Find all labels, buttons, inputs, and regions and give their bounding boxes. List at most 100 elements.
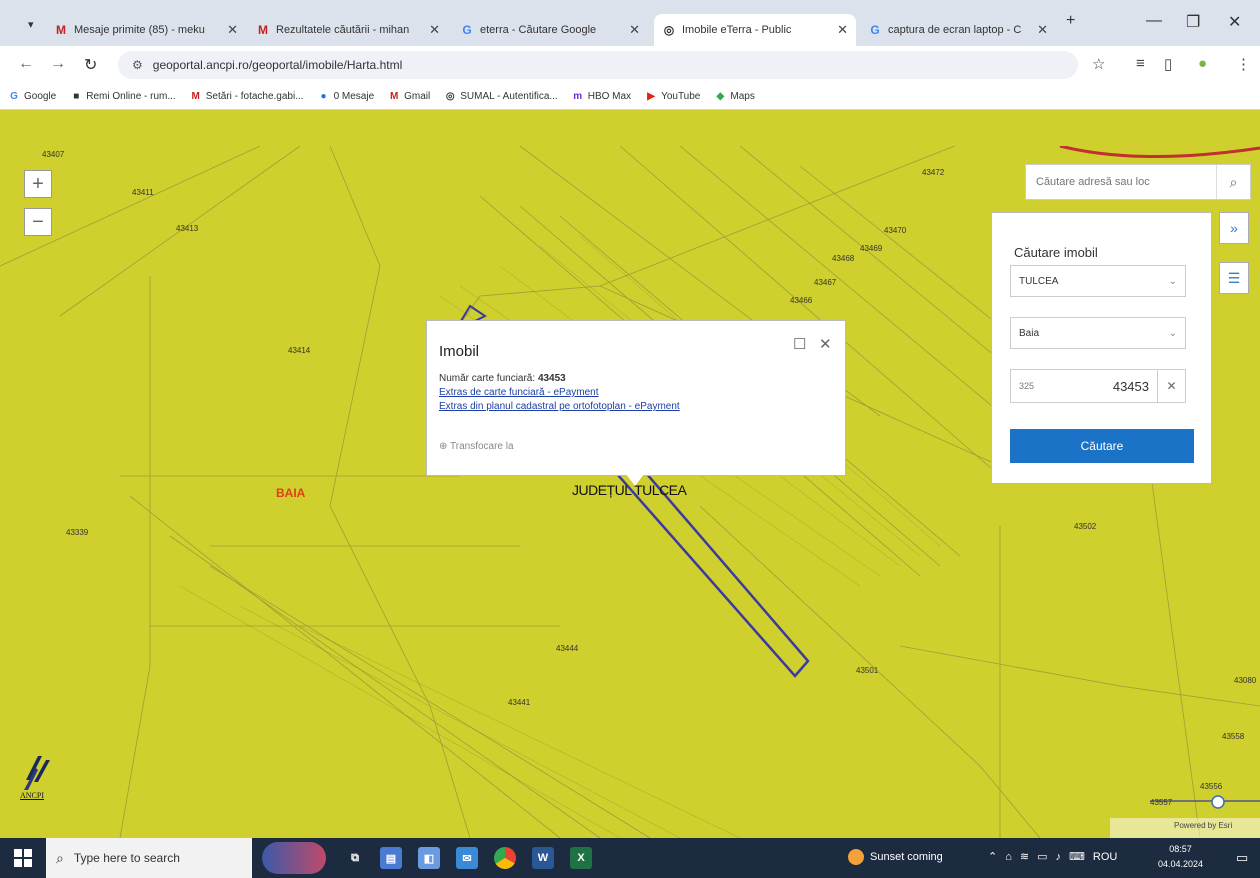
task-view-icon[interactable]: ⧉ — [344, 847, 366, 869]
bookmark-google[interactable]: G Google — [8, 91, 56, 103]
close-icon[interactable]: ✕ — [429, 22, 440, 38]
bookmark-maps[interactable]: ◆ Maps — [714, 91, 755, 103]
cf-number-line: Număr carte funciară: 43453 — [439, 373, 566, 384]
sunset-icon — [848, 849, 864, 865]
tab-gmail-inbox[interactable]: M Mesaje primite (85) - meku ✕ — [46, 14, 246, 46]
parcel-label: 43413 — [176, 224, 199, 233]
tab-title: Rezultatele căutării - mihan — [276, 24, 410, 36]
tab-imobile-eterra[interactable]: ◎ Imobile eTerra - Public ✕ — [654, 14, 856, 46]
tab-google-search[interactable]: G eterra - Căutare Google ✕ — [452, 14, 648, 46]
hbo-icon: m — [573, 91, 583, 102]
restore-icon[interactable]: ❐ — [1186, 12, 1200, 32]
chevron-down-icon: ⌄ — [1168, 327, 1177, 339]
ancpi-logo-text: ANCPI — [20, 791, 45, 800]
excel-icon[interactable]: X — [570, 847, 592, 869]
network-icon[interactable]: ⌂ — [1005, 851, 1012, 863]
property-popup: Imobil ☐ ✕ Număr carte funciară: 43453 E… — [426, 320, 846, 476]
search-icon[interactable]: ⌕ — [1216, 165, 1250, 199]
cadastral-map[interactable]: 43407 43411 43413 43414 43472 43470 4346… — [0, 146, 1260, 838]
tab-google-screenshot[interactable]: G captura de ecran laptop - C ✕ — [860, 14, 1056, 46]
bookmark-youtube[interactable]: ▶ YouTube — [645, 91, 700, 103]
zoom-out-button[interactable]: − — [24, 208, 52, 236]
clear-icon[interactable]: ✕ — [1157, 370, 1185, 402]
tab-title: captura de ecran laptop - C — [888, 24, 1022, 36]
bookmark-label: SUMAL - Autentifica... — [460, 91, 558, 102]
bookmark-remi[interactable]: ■ Remi Online - rum... — [70, 91, 176, 103]
windows-start-icon[interactable] — [14, 849, 32, 867]
cf-number-field[interactable]: 325 43453 ✕ — [1010, 369, 1186, 403]
widgets-icon[interactable]: ▤ — [380, 847, 402, 869]
bookmark-label: Google — [24, 91, 57, 102]
parcel-label: 43558 — [1222, 732, 1245, 741]
windows-taskbar: ⌕ Type here to search ⧉ ▤ ◧ ✉ W X Sunset… — [0, 838, 1260, 878]
zoom-in-button[interactable]: + — [24, 170, 52, 198]
forward-icon[interactable]: → — [50, 55, 66, 73]
address-search-input[interactable] — [1026, 165, 1216, 199]
google-icon: G — [870, 23, 880, 37]
weather-widget[interactable]: Sunset coming — [848, 849, 943, 865]
close-icon[interactable]: ✕ — [629, 22, 640, 38]
wifi-icon[interactable]: ≋ — [1020, 850, 1029, 863]
parcel-label: 43411 — [132, 188, 154, 197]
tab-search-icon[interactable]: ▾ — [28, 18, 34, 31]
parcel-label: 43080 — [1234, 676, 1257, 685]
search-icon: ⌕ — [56, 849, 64, 866]
close-icon[interactable]: ✕ — [837, 22, 848, 38]
address-bar[interactable]: ⚙ geoportal.ancpi.ro/geoportal/imobile/H… — [118, 51, 1078, 79]
maximize-icon[interactable]: ☐ — [793, 335, 806, 353]
county-select[interactable]: TULCEA ⌄ — [1010, 265, 1186, 297]
cf-number-value: 43453 — [1112, 378, 1149, 394]
taskbar-search-placeholder: Type here to search — [73, 851, 180, 865]
chrome-icon[interactable] — [494, 847, 516, 869]
reload-icon[interactable]: ↻ — [84, 55, 97, 75]
cadastral-plan-extract-link[interactable]: Extras din planul cadastral pe ortofotop… — [439, 401, 680, 412]
bookmark-hbo[interactable]: m HBO Max — [572, 91, 631, 103]
search-property-button[interactable]: Căutare — [1010, 429, 1194, 463]
parcel-label: 43469 — [860, 244, 883, 253]
bookmark-gmail-settings[interactable]: M Setări - fotache.gabi... — [190, 91, 304, 103]
mail-icon[interactable]: ✉ — [456, 847, 478, 869]
keyboard-icon[interactable]: ⌨ — [1069, 850, 1085, 863]
back-icon[interactable]: ← — [18, 55, 34, 73]
store-icon[interactable]: ◧ — [418, 847, 440, 869]
gmail-icon: M — [191, 91, 200, 102]
cf-value: 43453 — [537, 373, 566, 384]
bookmark-gmail[interactable]: M Gmail — [388, 91, 430, 103]
new-tab-icon[interactable]: + — [1066, 12, 1075, 30]
zoom-to-label: Transfocare la — [450, 441, 514, 452]
bookmark-label: 0 Mesaje — [333, 91, 375, 102]
volume-icon[interactable]: ♪ — [1056, 851, 1062, 863]
tab-gmail-search[interactable]: M Rezultatele căutării - mihan ✕ — [248, 14, 448, 46]
locality-select[interactable]: Baia ⌄ — [1010, 317, 1186, 349]
parcel-label: 43444 — [556, 644, 579, 653]
cf-extract-link[interactable]: Extras de carte funciară - ePayment — [439, 387, 599, 398]
bookmark-star-icon[interactable]: ☆ — [1092, 55, 1105, 73]
language-indicator[interactable]: ROU — [1093, 851, 1117, 863]
menu-icon[interactable]: ⋮ — [1236, 55, 1251, 73]
close-icon[interactable]: ✕ — [1037, 22, 1048, 38]
chevron-up-icon[interactable]: ⌃ — [988, 850, 997, 863]
profile-avatar-icon[interactable]: ● — [1198, 55, 1207, 72]
close-icon[interactable]: ✕ — [819, 335, 832, 353]
minimize-icon[interactable]: — — [1146, 12, 1162, 30]
clock-time: 08:57 — [1169, 844, 1192, 854]
battery-icon[interactable]: ▭ — [1037, 850, 1047, 863]
collapse-panel-button[interactable]: » — [1219, 212, 1249, 244]
clock[interactable]: 08:57 04.04.2024 — [1158, 842, 1203, 872]
notification-icon[interactable]: ▭ — [1236, 850, 1248, 866]
locality-label: BAIA — [276, 486, 306, 500]
property-search-panel: Căutare imobil TULCEA ⌄ Baia ⌄ 325 43453… — [991, 212, 1212, 484]
taskbar-search-box[interactable]: ⌕ Type here to search — [46, 838, 252, 878]
zoom-to-link[interactable]: ⊕ Transfocare la — [439, 441, 514, 452]
legend-button[interactable]: ☰ — [1219, 262, 1249, 294]
bookmark-messages[interactable]: ● 0 Mesaje — [318, 91, 375, 103]
reading-list-icon[interactable]: ≡ — [1136, 55, 1145, 72]
bookmark-sumal[interactable]: ◎ SUMAL - Autentifica... — [444, 91, 558, 103]
word-icon[interactable]: W — [532, 847, 554, 869]
site-settings-icon[interactable]: ⚙ — [132, 58, 143, 72]
parcel-label: 43414 — [288, 346, 311, 355]
close-icon[interactable]: ✕ — [227, 22, 238, 38]
side-panel-icon[interactable]: ▯ — [1164, 55, 1172, 73]
attribution-text: Powered by Esri — [1174, 821, 1233, 830]
close-window-icon[interactable]: ✕ — [1228, 12, 1241, 32]
